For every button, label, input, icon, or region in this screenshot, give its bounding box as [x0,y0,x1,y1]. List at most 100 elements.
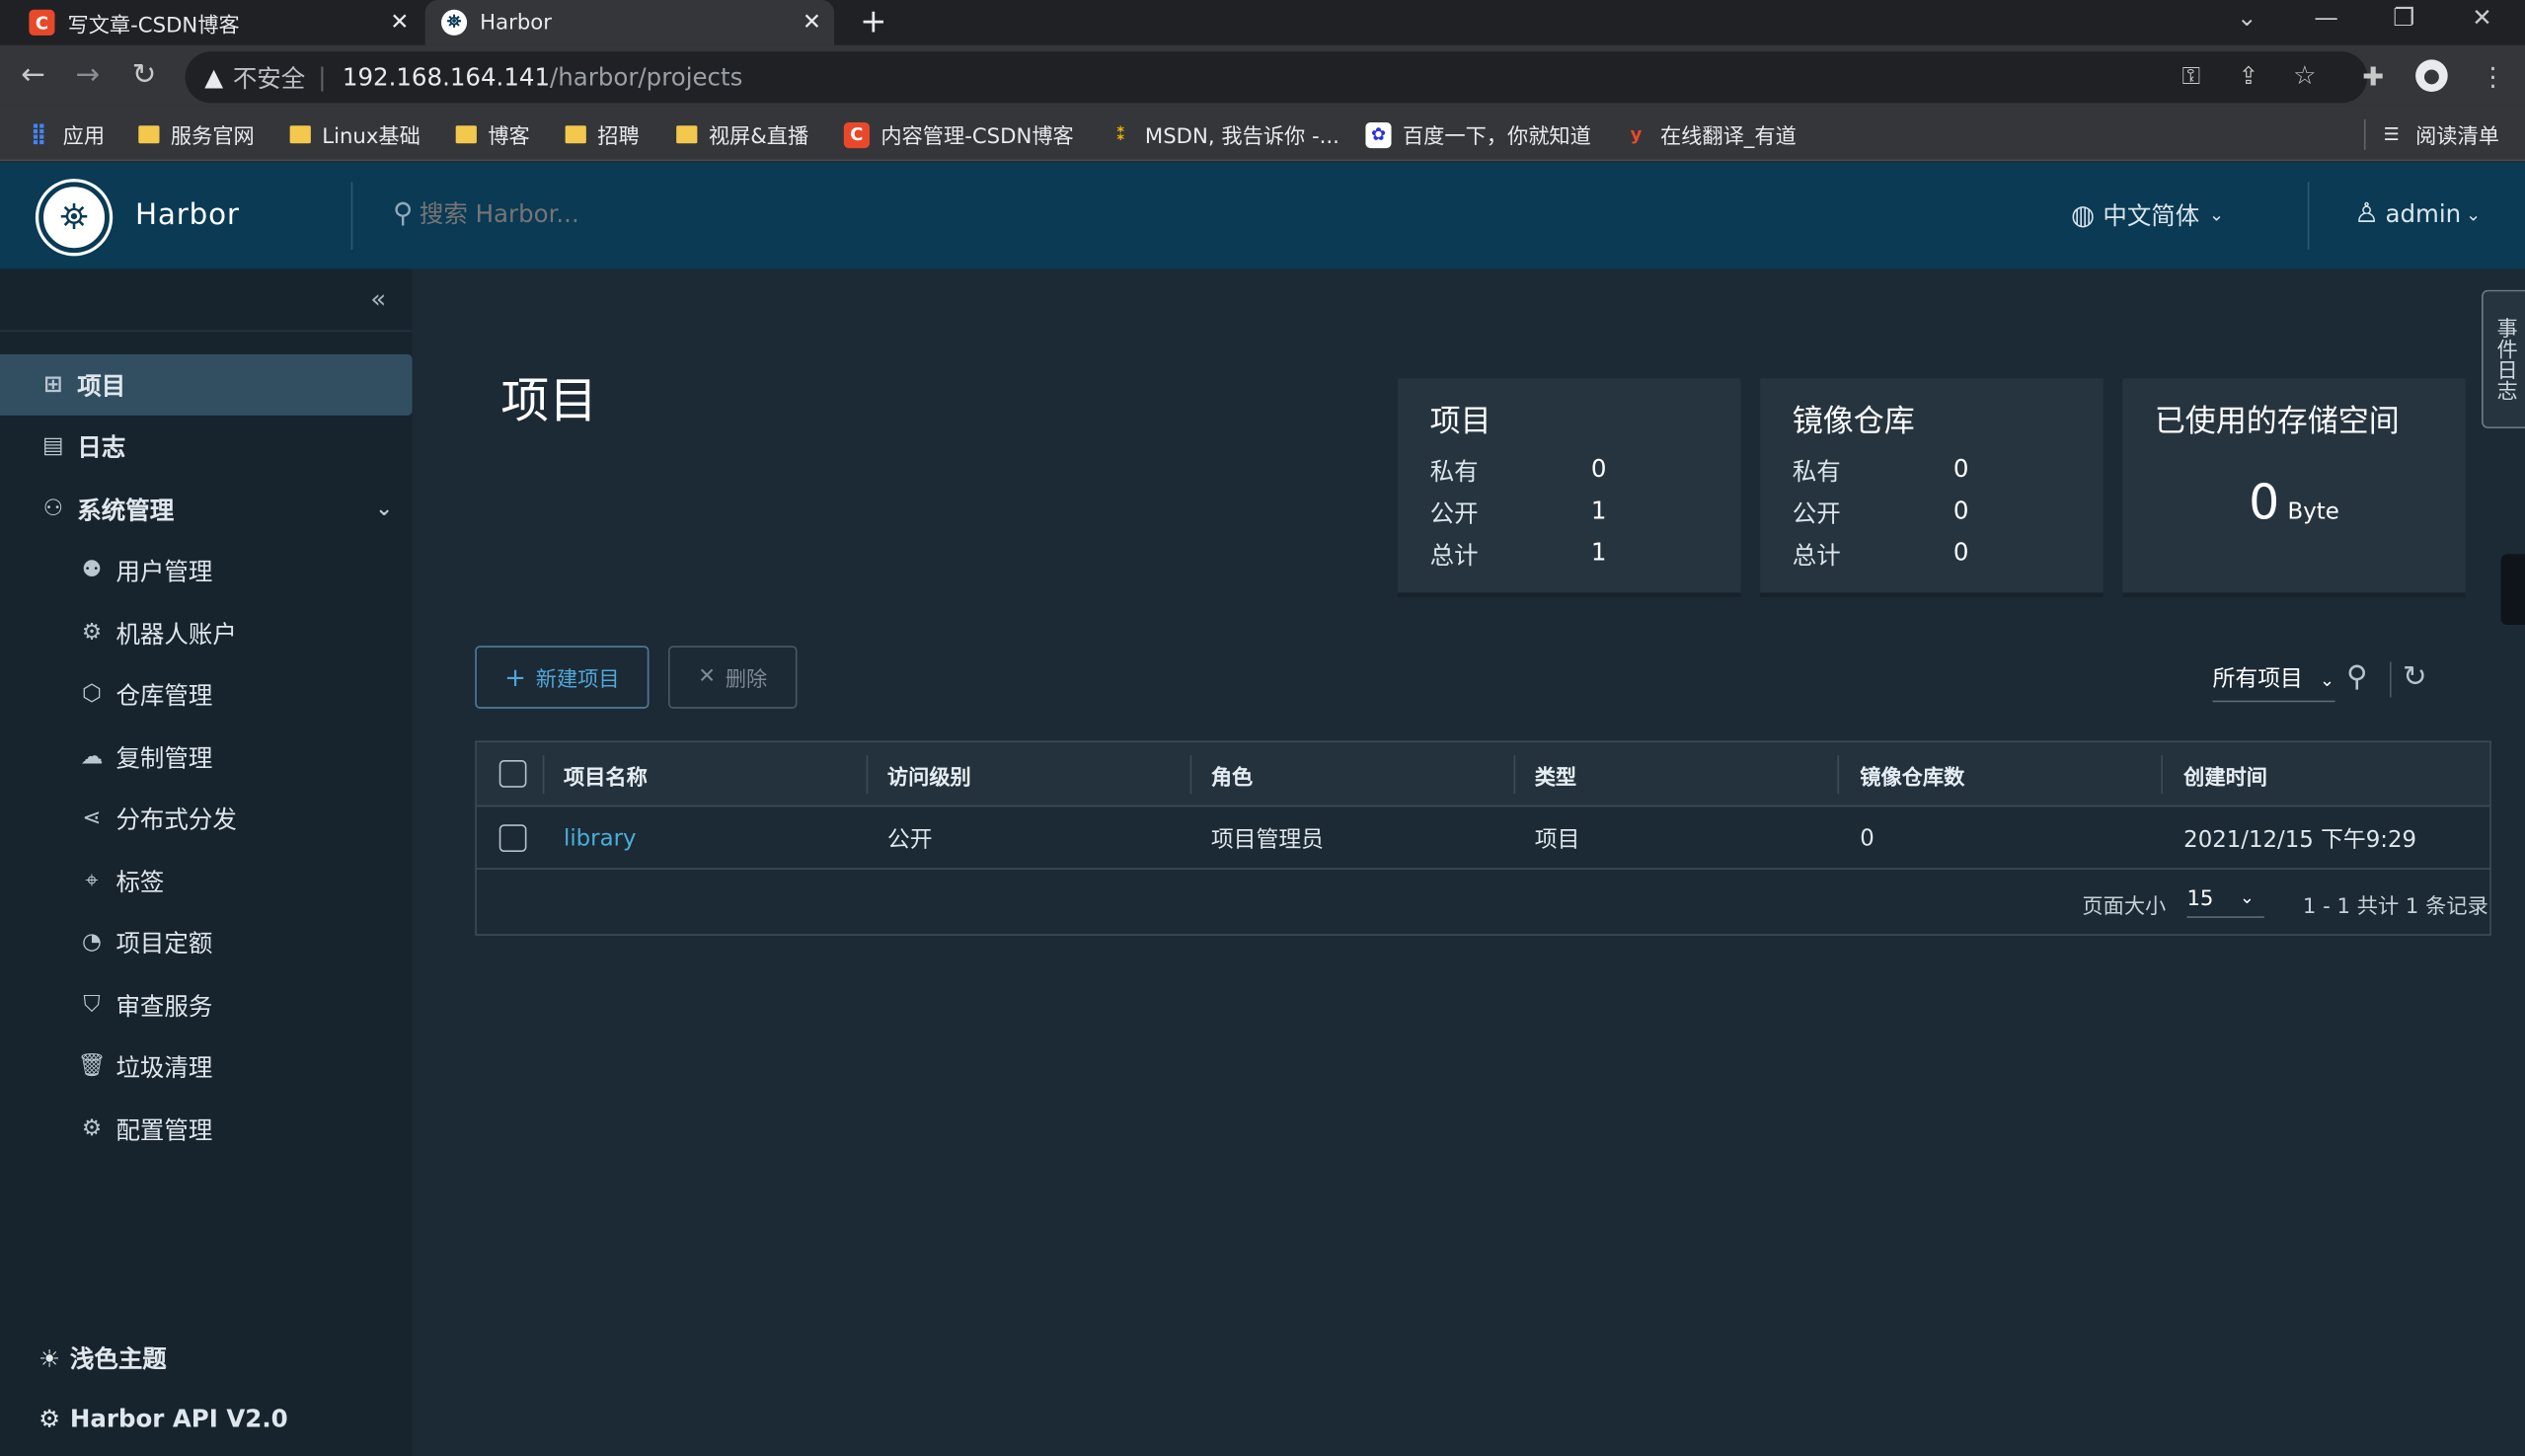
tab-search-icon[interactable]: ⌄ [2237,3,2257,32]
bookmark-apps[interactable]: ⣿ 应用 [26,119,105,150]
page-size-select[interactable]: 15 ⌄ [2186,887,2264,918]
sidebar-item-robot-accounts[interactable]: ⚙ 机器人账户 [0,602,413,663]
reading-list-label: 阅读清单 [2415,125,2499,150]
card-title: 镜像仓库 [1792,404,1915,440]
share-icon[interactable]: ⇪ [2239,61,2259,90]
bookmark-csdn[interactable]: C 内容管理-CSDN博客 [843,119,1074,150]
column-header-role[interactable]: 角色 [1211,742,1253,806]
sidebar-item-distributions[interactable]: ⋖ 分布式分发 [0,788,413,849]
quota-icon: ◔ [82,929,102,956]
stat-label: 私有 [1429,457,1479,487]
sidebar-item-configuration[interactable]: ⚙ 配置管理 [0,1099,413,1160]
side-panel-handle[interactable] [2500,554,2525,625]
theme-toggle[interactable]: ☀ 浅色主题 [38,1341,167,1375]
bookmark-label: 应用 [62,125,106,150]
distribution-icon: ⋖ [82,805,102,831]
bookmark-label: Linux基础 [322,125,421,150]
sidebar-item-labels[interactable]: ⌖ 标签 [0,850,413,911]
bookmark-baidu[interactable]: ✿ 百度一下，你就知道 [1365,119,1591,150]
url-host: 192.168.164.141 [342,62,551,92]
sidebar-item-interrogation-services[interactable]: ⛉ 审查服务 [0,974,413,1035]
collapse-sidebar-icon[interactable]: « [370,283,386,314]
close-tab-icon[interactable]: ✕ [390,10,409,36]
log-icon: ▤ [42,432,64,459]
column-header-type[interactable]: 类型 [1535,742,1576,806]
restore-icon[interactable]: ❐ [2393,3,2414,32]
language-selector[interactable]: ◍ 中文简体 ⌄ [2071,198,2224,232]
browser-menu-icon[interactable]: ⋮ [2480,61,2505,92]
key-icon[interactable]: ⚿ [2182,61,2201,90]
new-project-button[interactable]: + 新建项目 [475,646,650,709]
sidebar-item-label: 机器人账户 [115,619,237,649]
bookmark-folder[interactable]: 视屏&直播 [676,119,808,150]
column-divider [2161,755,2163,795]
sidebar-item-administration[interactable]: ⚇ 系统管理 ⌄ [0,479,413,540]
project-name-link[interactable]: library [564,806,636,870]
api-explorer-link[interactable]: ⚙ Harbor API V2.0 [38,1405,288,1433]
sidebar-item-projects[interactable]: ⊞ 项目 [0,353,413,416]
bookmark-label: MSDN, 我告诉你 -... [1144,125,1339,150]
app-name[interactable]: Harbor [135,198,240,232]
column-header-repo-count[interactable]: 镜像仓库数 [1860,742,1964,806]
delete-button[interactable]: ✕ 删除 [668,646,798,709]
bookmarks-bar: ⣿ 应用 服务官网 Linux基础 博客 招聘 视屏&直播 C 内容管理-CSD… [0,106,2525,162]
sidebar-item-registries[interactable]: ⬡ 仓库管理 [0,663,413,725]
insecure-label[interactable]: 不安全 [233,60,305,94]
browser-tab-harbor[interactable]: ⛯ Harbor ✕ [424,0,835,45]
event-log-tab[interactable]: 事件日志 [2481,289,2525,428]
users-icon: ⚉ [81,557,103,583]
repositories-summary-card: 镜像仓库 私有 0 公开 0 总计 0 [1760,378,2104,598]
projects-table: 项目名称 访问级别 角色 类型 镜像仓库数 创建时间 library 公开 项目… [475,740,2491,936]
stat-label: 私有 [1792,457,1841,487]
search-icon[interactable]: ⚲ [2346,660,2368,694]
divider [0,330,413,333]
harbor-logo-icon[interactable]: ⛯ [38,182,110,254]
column-header-created[interactable]: 创建时间 [2183,742,2267,806]
bookmark-star-icon[interactable]: ☆ [2293,59,2316,90]
refresh-icon[interactable]: ↻ [2403,660,2427,694]
browser-tab-csdn[interactable]: C 写文章-CSDN博客 ✕ [13,0,421,45]
minimize-icon[interactable]: — [2314,3,2337,32]
sidebar-item-project-quotas[interactable]: ◔ 项目定额 [0,911,413,972]
bookmark-label: 在线翻译_有道 [1659,125,1797,150]
bookmark-folder[interactable]: 博客 [455,119,530,150]
search-input[interactable] [416,197,835,231]
select-all-checkbox[interactable] [498,760,527,788]
sidebar-item-users[interactable]: ⚉ 用户管理 [0,540,413,601]
profile-avatar-icon[interactable]: ● [2415,59,2448,92]
bookmark-folder[interactable]: 服务官网 [138,119,255,150]
chevron-down-icon: ⌄ [375,497,394,521]
bookmark-youdao[interactable]: y 在线翻译_有道 [1623,119,1797,150]
card-title: 已使用的存储空间 [2154,404,2400,440]
column-header-name[interactable]: 项目名称 [564,742,648,806]
sidebar-item-replications[interactable]: ☁ 复制管理 [0,727,413,788]
url-path: /harbor/projects [550,62,743,92]
user-menu[interactable]: ♙ admin ⌄ [2354,198,2481,231]
tag-icon: ⌖ [85,868,99,894]
new-tab-button[interactable]: + [860,2,886,40]
forward-icon[interactable]: → [76,58,101,92]
global-search[interactable]: ⚲ [393,197,835,231]
sidebar-item-label: 仓库管理 [115,680,213,710]
bookmark-folder[interactable]: Linux基础 [289,119,421,150]
project-filter-select[interactable]: 所有项目 ⌄ [2212,662,2334,703]
bookmark-msdn[interactable]: ⁑ MSDN, 我告诉你 -... [1108,119,1339,150]
divider: | [318,62,327,92]
back-icon[interactable]: ← [21,58,45,92]
column-header-access[interactable]: 访问级别 [887,742,971,806]
window-close-icon[interactable]: ✕ [2472,3,2492,32]
user-name: admin [2385,199,2462,229]
row-checkbox[interactable] [498,824,527,853]
reload-icon[interactable]: ↻ [132,58,157,92]
filter-label: 所有项目 [2212,666,2303,693]
sidebar-item-label: 项目 [77,371,126,401]
sidebar-item-logs[interactable]: ▤ 日志 [0,416,413,477]
reading-list[interactable]: ☰ 阅读清单 [2363,118,2499,150]
bookmark-folder[interactable]: 招聘 [565,119,640,150]
column-divider [1837,755,1840,795]
address-bar[interactable]: ▲ 不安全 | 192.168.164.141 /harbor/projects… [185,51,2368,104]
close-tab-icon[interactable]: ✕ [803,10,821,36]
sidebar-item-garbage-collection[interactable]: 🗑 垃圾清理 [0,1035,413,1097]
storage-summary-card: 已使用的存储空间 0 Byte [2122,378,2466,598]
extensions-icon[interactable]: ✚ [2362,61,2384,92]
